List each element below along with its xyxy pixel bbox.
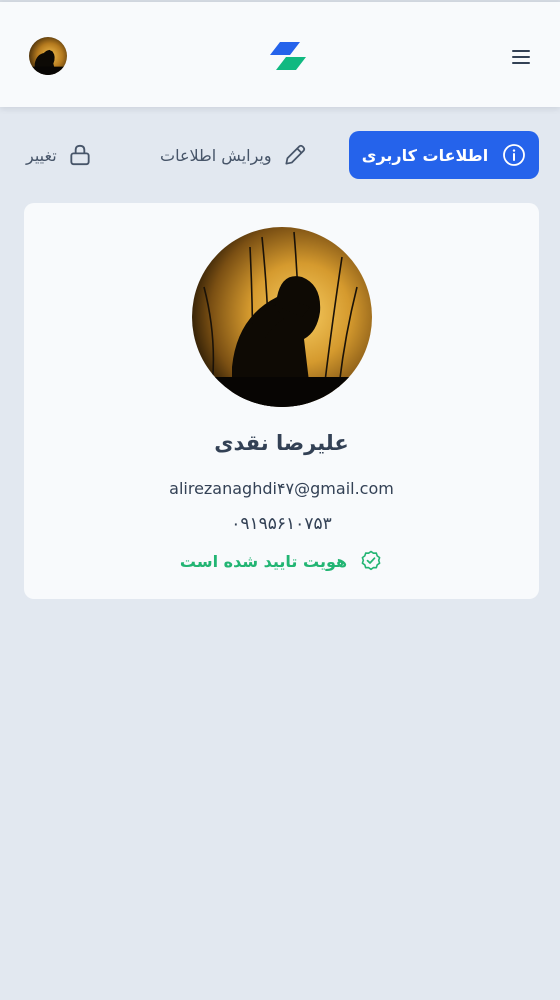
pencil-icon bbox=[285, 144, 305, 165]
lock-icon bbox=[70, 144, 90, 166]
tab-user-info-label: اطلاعات کاربری bbox=[361, 145, 489, 165]
profile-avatar bbox=[192, 227, 372, 407]
verification-label: هویت تایید شده است bbox=[179, 551, 348, 571]
verification-status: هویت تایید شده است bbox=[24, 549, 539, 573]
brand-logo-icon[interactable] bbox=[266, 40, 310, 72]
app-header bbox=[0, 2, 560, 107]
profile-name: علیرضا نقدی bbox=[214, 431, 349, 455]
info-circle-icon bbox=[503, 144, 526, 166]
tab-user-info[interactable]: اطلاعات کاربری bbox=[349, 131, 539, 179]
tab-change-password[interactable]: تغییر bbox=[26, 131, 93, 179]
profile-phone: ۰۹۱۹۵۶۱۰۷۵۳ bbox=[231, 514, 332, 534]
profile-card: علیرضا نقدی alirezanaghdi۴۷@gmail.com ۰۹… bbox=[24, 203, 539, 599]
user-avatar-icon[interactable] bbox=[29, 37, 67, 75]
profile-email: alirezanaghdi۴۷@gmail.com bbox=[169, 479, 394, 498]
tab-change-password-label: تغییر bbox=[26, 145, 57, 165]
tab-edit-info[interactable]: ویرایش اطلاعات bbox=[160, 131, 308, 179]
hamburger-menu-icon[interactable] bbox=[500, 44, 542, 70]
verified-badge-icon bbox=[361, 550, 381, 571]
tab-edit-info-label: ویرایش اطلاعات bbox=[160, 145, 272, 165]
